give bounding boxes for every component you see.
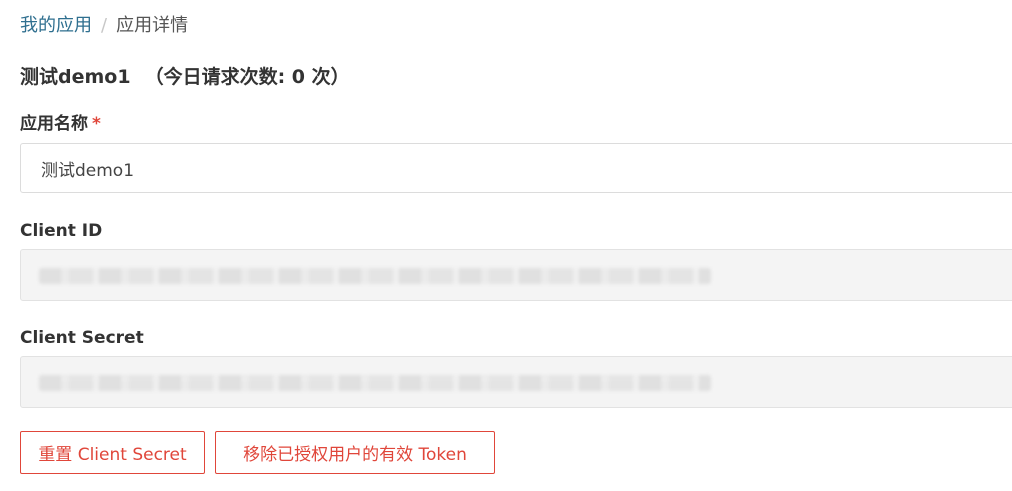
app-title: 测试demo1: [20, 66, 131, 88]
app-name-input[interactable]: [20, 143, 1012, 193]
app-name-label-text: 应用名称: [20, 114, 88, 134]
reset-client-secret-button[interactable]: 重置 Client Secret: [20, 431, 205, 474]
client-id-field[interactable]: [20, 249, 1012, 301]
client-id-label: Client ID: [20, 221, 103, 241]
request-count: （今日请求次数: 0 次）: [144, 66, 350, 88]
client-id-masked-value: [39, 268, 711, 284]
page-title: 测试demo1 （今日请求次数: 0 次）: [20, 63, 350, 91]
breadcrumb: 我的应用 / 应用详情: [20, 13, 188, 39]
required-asterisk: *: [92, 114, 101, 134]
client-secret-label: Client Secret: [20, 328, 144, 348]
client-secret-field[interactable]: [20, 356, 1012, 408]
breadcrumb-my-apps-link[interactable]: 我的应用: [20, 15, 92, 36]
client-secret-masked-value: [39, 375, 711, 391]
app-name-label: 应用名称 *: [20, 112, 101, 136]
revoke-user-tokens-button[interactable]: 移除已授权用户的有效 Token: [215, 431, 495, 474]
breadcrumb-separator: /: [101, 15, 108, 36]
breadcrumb-current: 应用详情: [116, 15, 189, 36]
